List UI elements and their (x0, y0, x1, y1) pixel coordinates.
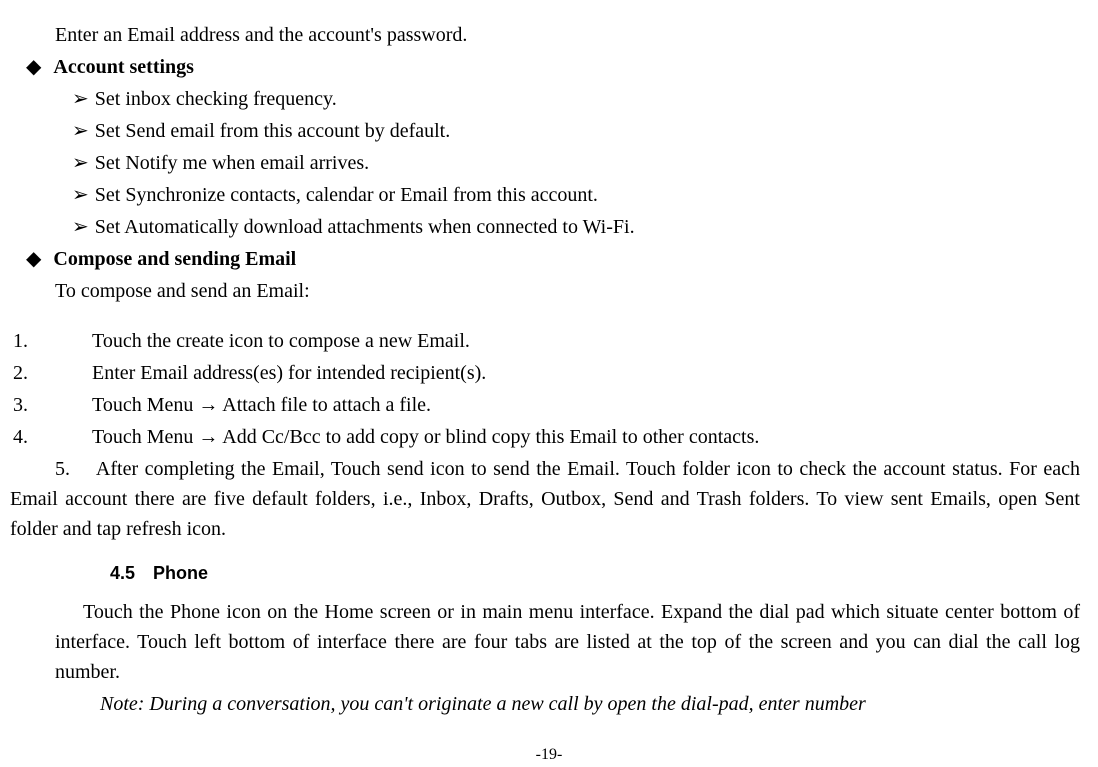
list-item-text: Set Notify me when email arrives. (95, 152, 369, 174)
step5-text: 5. After completing the Email, Touch sen… (10, 454, 1088, 544)
section-number: 4.5 (110, 563, 135, 583)
list-item-text: Set Send email from this account by defa… (95, 120, 450, 142)
step-text: Touch Menu → Add Cc/Bcc to add copy or b… (92, 426, 759, 448)
list-item: ➢ Set Automatically download attachments … (72, 212, 1088, 242)
list-item: ➢ Set Notify me when email arrives. (72, 148, 1088, 178)
phone-note: Note: During a conversation, you can't o… (100, 689, 1088, 719)
page-number: -19- (10, 743, 1088, 767)
phone-section-heading: 4.5 Phone (110, 560, 1088, 587)
list-item: 1. Touch the create icon to compose a ne… (55, 326, 1088, 356)
compose-section: ◆ Compose and sending Email (26, 244, 1088, 274)
diamond-icon: ◆ (26, 244, 41, 274)
compose-steps: 1. Touch the create icon to compose a ne… (10, 326, 1088, 452)
step-text: Touch the create icon to compose a new E… (92, 330, 470, 352)
list-item: 3. Touch Menu → Attach file to attach a … (55, 390, 1088, 420)
list-item-text: Set inbox checking frequency. (95, 88, 337, 110)
list-item-text: Set Automatically download attachments w… (95, 216, 635, 238)
account-settings-list: ➢ Set inbox checking frequency. ➢ Set Send… (10, 84, 1088, 242)
list-item: 2. Enter Email address(es) for intended … (55, 358, 1088, 388)
step-text: Enter Email address(es) for intended rec… (92, 362, 486, 384)
step-text: Touch Menu → Attach file to attach a fil… (92, 394, 431, 416)
list-item: ➢ Set Send email from this account by def… (72, 116, 1088, 146)
arrow-icon: ➢ (72, 120, 89, 142)
diamond-icon: ◆ (26, 52, 41, 82)
list-item: ➢ Set Synchronize contacts, calendar or E… (72, 180, 1088, 210)
compose-heading: Compose and sending Email (53, 248, 296, 270)
account-settings-section: ◆ Account settings (26, 52, 1088, 82)
arrow-icon: ➢ (72, 152, 89, 174)
list-item: ➢ Set inbox checking frequency. (72, 84, 1088, 114)
arrow-icon: ➢ (72, 88, 89, 110)
arrow-icon: ➢ (72, 216, 89, 238)
phone-paragraph: Touch the Phone icon on the Home screen … (55, 597, 1088, 687)
list-item: 4. Touch Menu → Add Cc/Bcc to add copy o… (55, 422, 1088, 452)
arrow-icon: ➢ (72, 184, 89, 206)
account-settings-heading: Account settings (53, 56, 194, 78)
section-title: Phone (153, 563, 208, 583)
list-item-text: Set Synchronize contacts, calendar or Em… (95, 184, 598, 206)
intro-text: Enter an Email address and the account's… (55, 20, 1088, 50)
compose-intro: To compose and send an Email: (55, 276, 1088, 306)
